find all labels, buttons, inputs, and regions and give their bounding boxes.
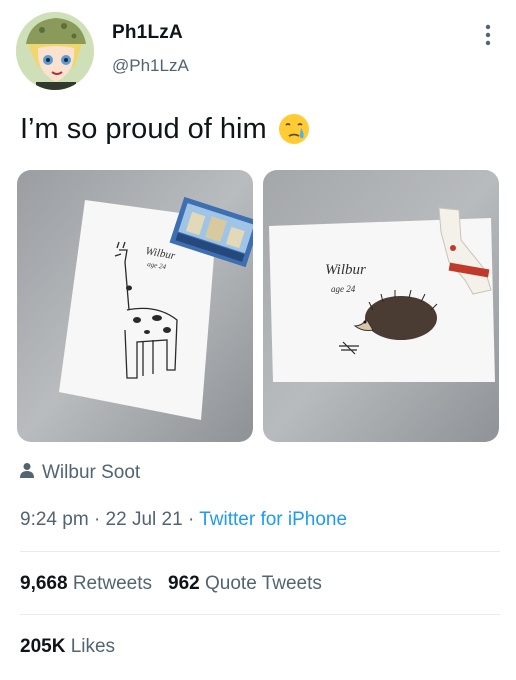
person-icon: [20, 462, 34, 484]
user-handle[interactable]: @Ph1LzA: [112, 56, 189, 76]
tagged-user-name[interactable]: Wilbur Soot: [42, 462, 140, 484]
likes-stat[interactable]: 205K Likes: [20, 636, 115, 658]
right-signature: Wilbur: [325, 262, 366, 278]
more-options-icon[interactable]: [478, 22, 498, 50]
tweet-time[interactable]: 9:24 pm: [20, 509, 89, 530]
divider: [20, 614, 500, 615]
crying-face-icon: [277, 112, 311, 146]
tweet-media[interactable]: Wilbur age 24 Wilbur age 24: [17, 170, 499, 442]
likes-label: Likes: [70, 636, 116, 657]
divider: [20, 551, 500, 552]
tweet-source-link[interactable]: Twitter for iPhone: [199, 509, 347, 530]
tweet-meta: 9:24 pm · 22 Jul 21 · Twitter for iPhone: [20, 509, 348, 530]
retweets-label: Retweets: [72, 573, 153, 594]
retweets-count: 9,668: [20, 573, 68, 594]
photo-giraffe-drawing[interactable]: Wilbur age 24: [17, 170, 253, 442]
retweets-stat[interactable]: 9,668 Retweets: [20, 573, 152, 595]
avatar[interactable]: [16, 12, 94, 90]
quote-tweets-stat[interactable]: 962 Quote Tweets: [168, 573, 322, 595]
engagement-stats: 9,668 Retweets 962 Quote Tweets: [20, 573, 322, 595]
tweet-date[interactable]: 22 Jul 21: [106, 509, 183, 530]
quotes-count: 962: [168, 573, 200, 594]
tweet-header: Ph1LzA @Ph1LzA: [0, 0, 516, 100]
tweet-text: I’m so proud of him: [20, 112, 311, 146]
right-age: age 24: [331, 284, 356, 294]
quotes-label: Quote Tweets: [205, 573, 322, 594]
display-name[interactable]: Ph1LzA: [112, 22, 183, 44]
tweet-body: I’m so proud of him: [20, 112, 267, 145]
likes-count: 205K: [20, 636, 66, 657]
photo-hedgehog-drawing[interactable]: Wilbur age 24: [263, 170, 499, 442]
tagged-user[interactable]: Wilbur Soot: [20, 462, 140, 484]
